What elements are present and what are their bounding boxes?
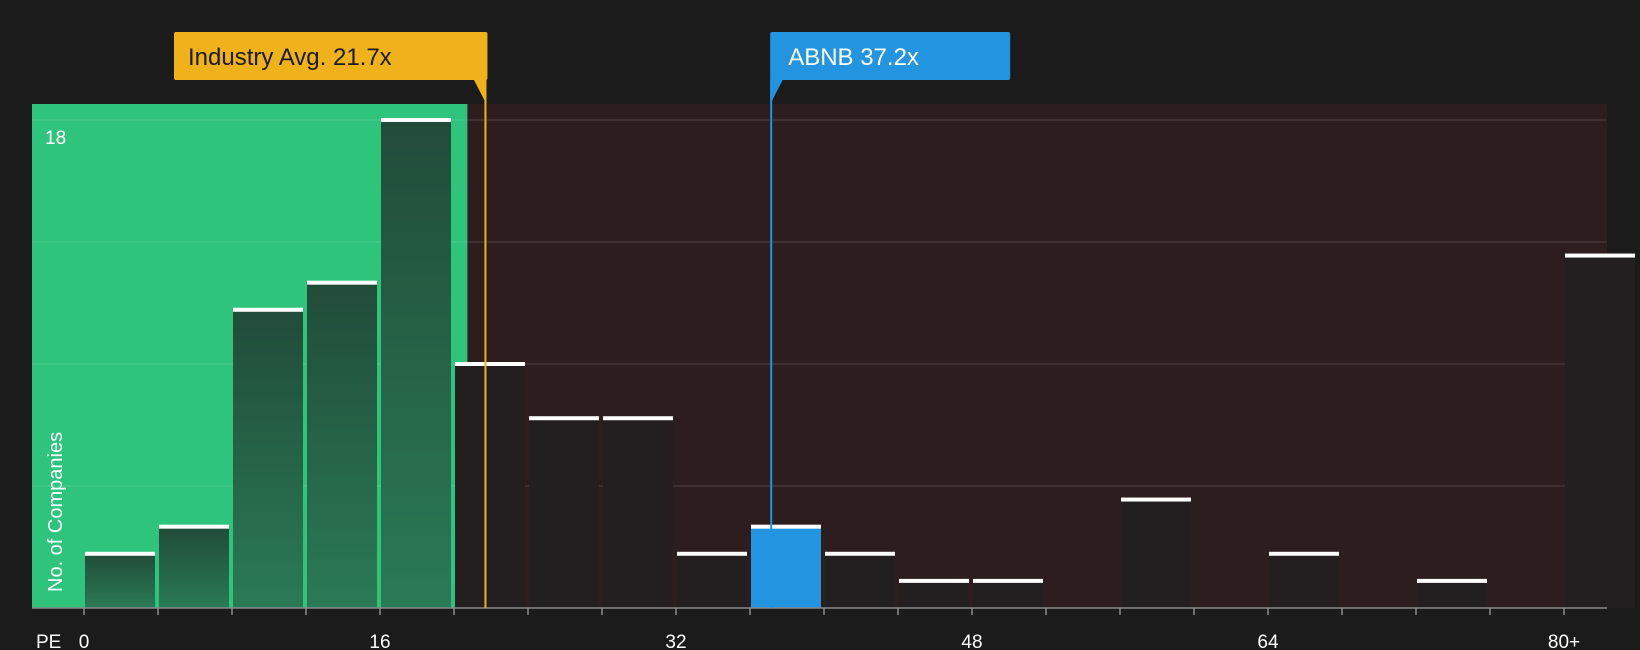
industry-average-label: Industry Avg. 21.7x xyxy=(188,44,392,71)
bar-highlight xyxy=(751,526,821,608)
bar-top xyxy=(1269,551,1339,556)
bar-top xyxy=(85,551,155,556)
x-tick-label: 80+ xyxy=(1548,632,1580,650)
bar xyxy=(973,580,1043,608)
bar-top xyxy=(159,524,229,529)
bar xyxy=(899,580,969,608)
x-tick-label: 16 xyxy=(369,632,390,650)
bar-top xyxy=(307,280,377,285)
bar xyxy=(159,526,229,608)
bar xyxy=(455,364,525,608)
bar xyxy=(1269,553,1339,608)
bar-top xyxy=(1417,578,1487,583)
x-axis-label: PE xyxy=(36,632,61,650)
bar xyxy=(825,553,895,608)
bar-top xyxy=(751,524,821,529)
bar xyxy=(603,418,673,608)
y-max-label: 18 xyxy=(45,128,66,149)
bar xyxy=(1417,580,1487,608)
bar xyxy=(307,282,377,608)
x-tick-label: 64 xyxy=(1257,632,1279,650)
x-tick-label: 48 xyxy=(961,632,982,650)
bar xyxy=(677,553,747,608)
bar xyxy=(1565,255,1635,609)
y-axis-label: No. of Companies xyxy=(45,432,67,592)
company-pe-label: ABNB 37.2x xyxy=(788,44,919,71)
bar-top xyxy=(529,416,599,421)
bar-top xyxy=(899,578,969,583)
x-tick-label: 32 xyxy=(665,632,686,650)
bar-top xyxy=(603,416,673,421)
bar-top xyxy=(381,118,451,122)
bar xyxy=(233,309,303,608)
bar-top xyxy=(1565,253,1635,258)
bar-top xyxy=(233,307,303,312)
bar xyxy=(85,553,155,608)
bar-top xyxy=(1121,497,1191,502)
bar xyxy=(381,120,451,608)
bar xyxy=(529,418,599,608)
x-tick-label: 0 xyxy=(79,632,90,650)
bar xyxy=(1121,499,1191,608)
bar-top xyxy=(973,578,1043,583)
bar-top xyxy=(677,551,747,556)
bar-top xyxy=(825,551,895,556)
bar-top xyxy=(455,362,525,366)
pe-distribution-chart: 0 16 32 48 64 80+ 18 No. of Companies PE Indu… xyxy=(0,0,1640,650)
